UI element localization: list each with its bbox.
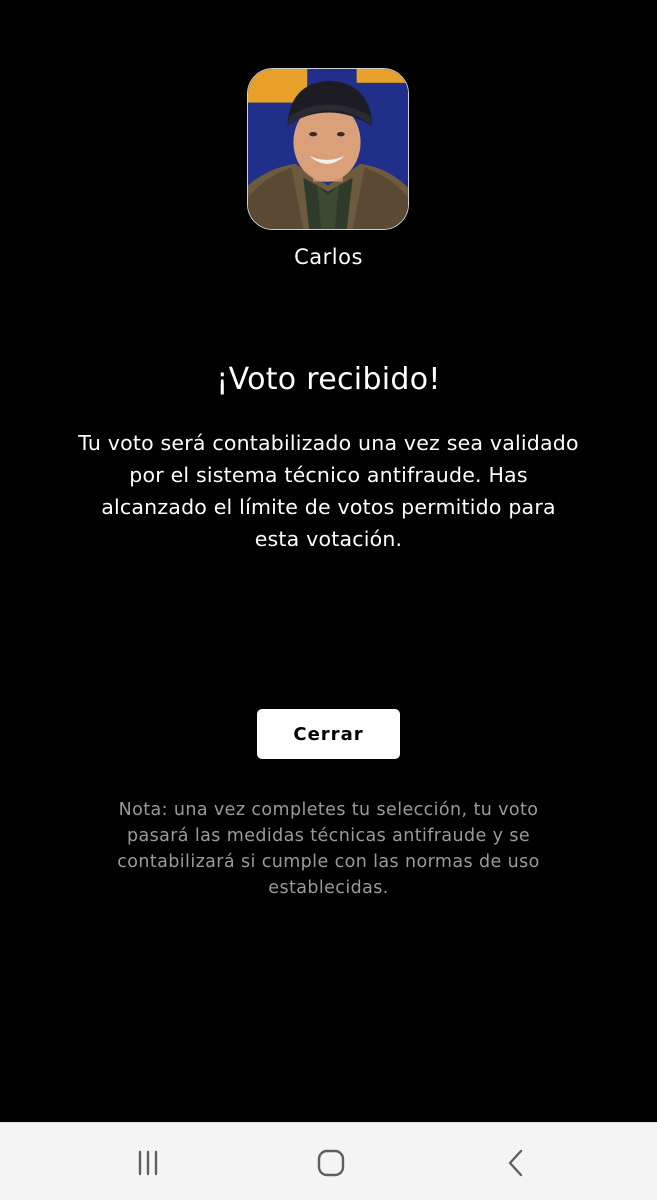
home-button[interactable] [311,1143,351,1183]
antifraud-note: Nota: una vez completes tu selección, tu… [117,800,540,898]
recent-apps-button[interactable] [128,1143,168,1183]
back-icon [508,1149,523,1177]
home-icon [317,1149,345,1177]
back-button[interactable] [496,1143,536,1183]
vote-received-message: Tu voto será contabilizado una vez sea v… [78,431,579,551]
recent-apps-icon [138,1150,158,1176]
candidate-name: Carlos [294,245,363,269]
close-button[interactable]: Cerrar [257,709,400,759]
candidate-photo [248,69,408,229]
system-navigation-bar [0,1122,657,1200]
vote-received-title: ¡Voto recibido! [216,362,441,397]
candidate-avatar [247,68,409,230]
vote-confirmation-screen: Carlos ¡Voto recibido! Tu voto será cont… [0,0,657,1200]
